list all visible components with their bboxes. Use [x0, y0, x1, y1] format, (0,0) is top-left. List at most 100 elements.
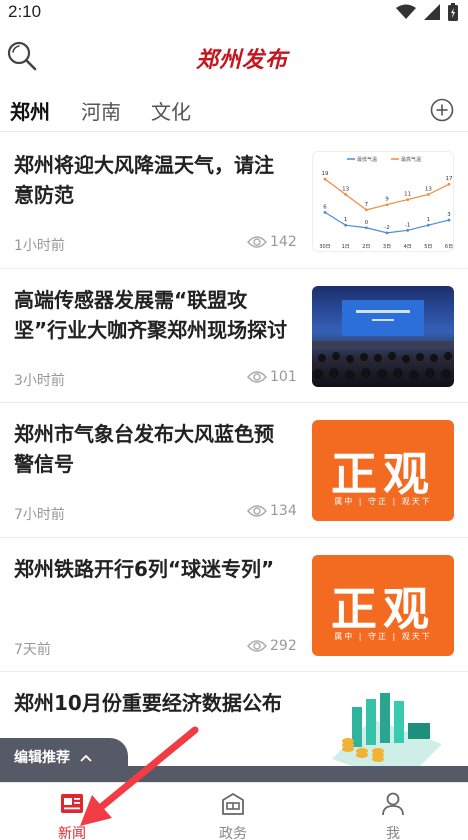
x-tick-label: 5日	[424, 244, 432, 250]
series-low-point	[364, 226, 368, 230]
legend-high: 最高气温	[401, 156, 421, 163]
view-count-value: 134	[270, 503, 297, 519]
view-count: 134	[247, 503, 297, 519]
news-time: 3小时前	[14, 372, 65, 389]
news-feed: 郑州将迎大风降温天气，请注意防范 1小时前 142 最低气温 最高气温 19 13…	[0, 134, 468, 807]
series-low-label: 0	[365, 220, 369, 226]
x-tick-label: 1日	[342, 244, 350, 250]
view-count-value: 142	[270, 234, 297, 250]
news-title: 郑州铁路开行6列“球迷专列”	[14, 556, 275, 581]
tab-henan[interactable]: 河南	[81, 96, 121, 125]
eye-icon	[247, 236, 267, 248]
zhengguan-slogan: 属中 | 守正 | 观天下	[334, 497, 432, 506]
news-title: 郑州将迎大风降温天气，请注意防范	[14, 153, 274, 207]
news-time: 7小时前	[14, 507, 65, 523]
news-item[interactable]: 郑州市气象台发布大风蓝色预警信号 7小时前 134 正观 属中 | 守正 | 观…	[0, 403, 468, 538]
x-tick-label: 4日	[404, 244, 412, 250]
nav-news-label: 新闻	[58, 826, 86, 840]
series-high-point	[426, 193, 430, 196]
series-low-label: 3	[447, 212, 451, 218]
view-count-value: 292	[270, 637, 297, 654]
series-high-point	[406, 198, 410, 201]
view-count: 142	[247, 234, 297, 250]
x-tick-label: 3日	[383, 244, 391, 250]
series-high-label: 9	[385, 197, 389, 203]
view-count: 101	[247, 369, 297, 385]
zhengguan-logo-thumbnail: 正观 属中 | 守正 | 观天下	[312, 554, 454, 656]
zhengguan-logo: 正观	[331, 581, 435, 636]
app-logo: 郑州发布	[196, 47, 289, 73]
view-count: 292	[247, 638, 297, 654]
series-low-label: 6	[323, 204, 327, 210]
top-bar: 郑州发布	[0, 30, 468, 82]
series-high-label: 11	[404, 192, 411, 198]
tab-culture[interactable]: 文化	[151, 96, 191, 125]
nav-government-label: 政务	[219, 826, 247, 840]
zhengguan-slogan: 属中 | 守正 | 观天下	[334, 631, 432, 641]
series-high-point	[323, 177, 327, 181]
view-count-value: 101	[270, 368, 297, 385]
x-tick-label: 2日	[362, 244, 370, 250]
news-title: 高端传感器发展需“联盟攻坚”行业大咖齐聚郑州现场探讨	[14, 287, 288, 342]
status-icons	[396, 3, 458, 21]
editor-pick-toggle[interactable]: 编辑推荐	[0, 738, 128, 774]
zhengguan-logo-thumbnail: 正观 属中 | 守正 | 观天下	[312, 420, 454, 521]
series-low-point	[344, 223, 348, 227]
temperature-chart: 最低气温 最高气温 19137911131761 0-2 -11330日 1日 2日 3日…	[319, 156, 453, 250]
search-icon[interactable]	[6, 40, 38, 72]
wifi-icon	[396, 4, 416, 19]
newspaper-icon	[61, 794, 83, 813]
status-bar: 2:10	[0, 0, 468, 26]
series-high-label: 7	[365, 202, 369, 208]
zhengguan-logo: 正观	[331, 447, 435, 501]
series-high-point	[385, 203, 389, 207]
x-tick-label: 6日	[445, 244, 453, 250]
series-high-point	[447, 182, 451, 186]
battery-icon	[448, 3, 458, 21]
news-time: 7天前	[14, 641, 51, 658]
series-low-label: 1	[427, 217, 431, 223]
news-title: 郑州市气象台发布大风蓝色预警信号	[14, 422, 274, 476]
tab-zhengzhou[interactable]: 郑州	[10, 96, 50, 125]
series-high-label: 13	[342, 186, 349, 192]
series-high-point	[364, 208, 368, 212]
x-tick-label: 30日	[319, 244, 330, 250]
series-high-label: 19	[322, 171, 329, 177]
series-high-point	[344, 193, 348, 196]
legend-low: 最低气温	[357, 156, 377, 163]
series-low-point	[323, 211, 327, 214]
series-low-point	[406, 228, 410, 232]
conference-photo	[312, 299, 454, 380]
nav-me-label: 我	[386, 826, 400, 840]
conference-photo-thumbnail	[312, 285, 454, 387]
status-time: 2:10	[8, 2, 42, 21]
series-low-label: -1	[405, 222, 410, 228]
government-icon	[222, 793, 244, 815]
bottom-nav: 新闻 政务 我	[0, 782, 468, 840]
nav-government[interactable]: 政务	[193, 791, 273, 840]
news-item[interactable]: 郑州铁路开行6列“球迷专列” 7天前 292 正观 属中 | 守正 | 观天下	[0, 538, 468, 672]
chart-legend: 最低气温 最高气温	[347, 156, 421, 163]
series-low-label: -2	[384, 225, 389, 231]
series-high-label: 13	[425, 186, 432, 192]
nav-me[interactable]: 我	[353, 791, 433, 840]
chevron-up-icon	[80, 754, 92, 762]
eye-icon	[247, 505, 267, 517]
news-time: 1小时前	[14, 238, 65, 254]
series-low-label: 1	[344, 217, 348, 223]
news-title: 郑州10月份重要经济数据公布	[14, 691, 282, 715]
series-low-point	[385, 231, 389, 235]
series-low-point	[426, 223, 430, 227]
eye-icon	[247, 370, 267, 383]
weather-chart-thumbnail: 最低气温 最高气温 19 13 7 9 11 13 17 6 1 0 -2 -1 1 3 30日 1日 2日 3日…	[312, 151, 454, 252]
editor-pick-label: 编辑推荐	[14, 750, 70, 766]
eye-icon	[247, 639, 267, 652]
add-channel-icon[interactable]	[430, 98, 454, 122]
nav-news[interactable]: 新闻	[32, 791, 112, 840]
news-item[interactable]: 郑州将迎大风降温天气，请注意防范 1小时前 142 最低气温 最高气温 19 13…	[0, 134, 468, 269]
series-high-label: 17	[446, 176, 453, 182]
person-icon	[382, 792, 404, 816]
series-low-point	[447, 218, 451, 222]
news-item[interactable]: 高端传感器发展需“联盟攻坚”行业大咖齐聚郑州现场探讨 3小时前 101	[0, 269, 468, 403]
signal-icon	[424, 4, 440, 20]
